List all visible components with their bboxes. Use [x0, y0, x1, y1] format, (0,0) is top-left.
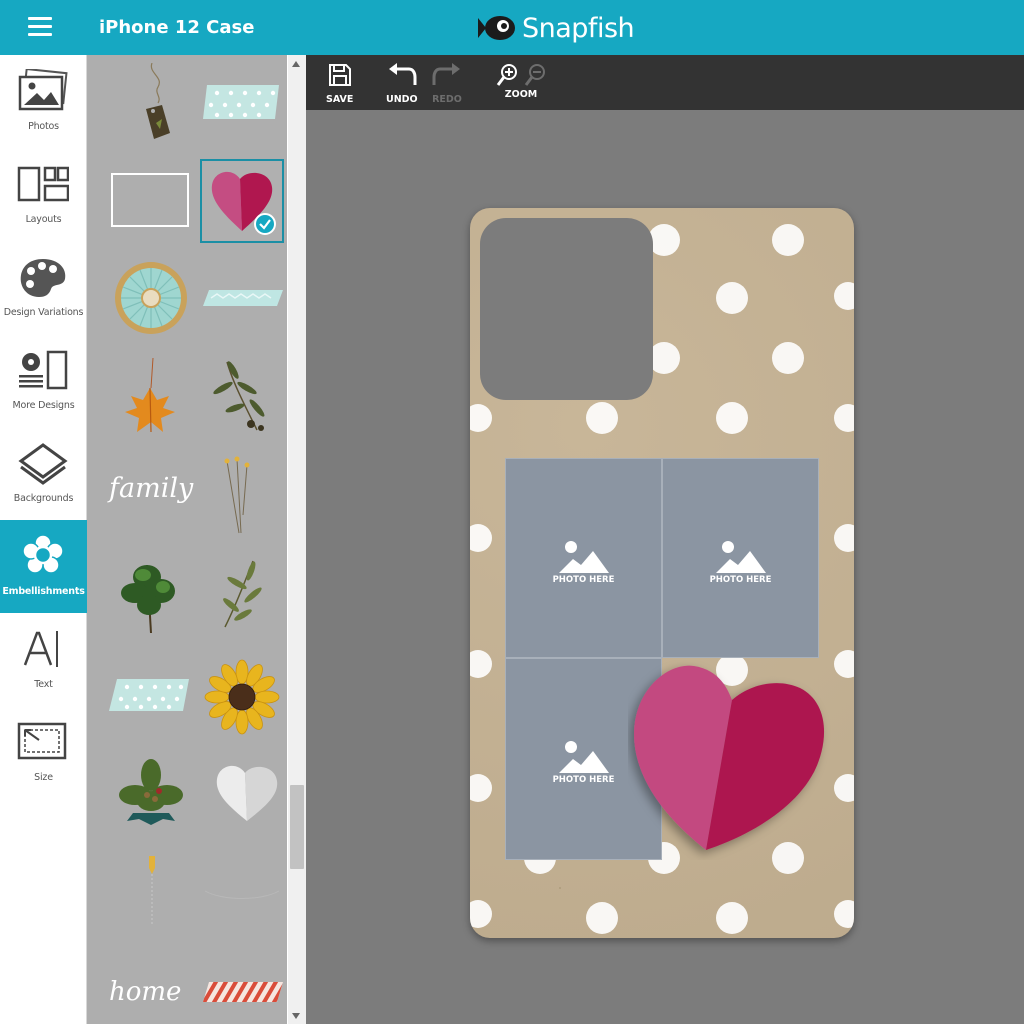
- mint-zigzag-washi-tape[interactable]: [203, 288, 283, 308]
- olive-branch-embellishment[interactable]: [211, 358, 271, 436]
- rail-label: Backgrounds: [13, 493, 74, 504]
- rail-item-size[interactable]: Size: [0, 706, 87, 799]
- pink-heart-on-canvas[interactable]: [628, 660, 834, 860]
- hanging-tag-embellishment[interactable]: [132, 63, 177, 143]
- redo-arrow-icon: [432, 63, 460, 85]
- red-stripe-washi-tape[interactable]: [203, 980, 283, 1004]
- rail-label: More Designs: [12, 400, 75, 411]
- paper-heart-embellishment-selected[interactable]: [200, 159, 284, 243]
- rail-item-photos[interactable]: Photos: [0, 55, 87, 148]
- hamburger-menu-icon[interactable]: [28, 17, 52, 37]
- redo-button[interactable]: REDO: [432, 63, 462, 105]
- rail-item-text[interactable]: Text: [0, 613, 87, 706]
- backgrounds-icon: [18, 443, 68, 485]
- camera-cutout: [480, 218, 653, 400]
- scroll-thumb[interactable]: [290, 785, 304, 869]
- maple-leaf-embellishment[interactable]: [123, 358, 177, 438]
- paper-rosette-embellishment[interactable]: [113, 260, 189, 336]
- photo-placeholder-2[interactable]: PHOTO HERE: [662, 458, 819, 658]
- layouts-icon: [17, 166, 69, 202]
- rail-label: Photos: [28, 121, 59, 132]
- rail-item-embellishments[interactable]: Embellishments: [0, 520, 87, 613]
- mint-polka-washi-tape-2[interactable]: [109, 677, 189, 713]
- zoom-in-icon[interactable]: [496, 63, 518, 87]
- tool-rail: Photos Layouts Design Variations More De…: [0, 55, 87, 1024]
- redo-label: REDO: [432, 94, 462, 105]
- size-icon: [17, 722, 67, 760]
- image-placeholder-icon: [558, 541, 609, 573]
- undo-arrow-icon: [388, 63, 417, 85]
- zoom-label: ZOOM: [504, 89, 538, 100]
- scroll-up-arrow-icon[interactable]: [292, 61, 300, 67]
- scroll-down-arrow-icon[interactable]: [292, 1013, 300, 1019]
- snapfish-logo[interactable]: Snapfish: [476, 9, 635, 47]
- script-home-text[interactable]: home: [109, 977, 189, 1007]
- rail-label: Text: [34, 679, 53, 690]
- rail-item-design-variations[interactable]: Design Variations: [0, 241, 87, 334]
- pine-branch-embellishment[interactable]: [117, 555, 183, 635]
- text-icon: [23, 631, 58, 667]
- zoom-out-icon[interactable]: [524, 63, 546, 87]
- script-family-text[interactable]: family: [109, 473, 193, 504]
- photos-icon: [18, 69, 68, 111]
- rail-label: Layouts: [25, 214, 62, 225]
- thin-line-embellishment[interactable]: [203, 887, 281, 903]
- fish-logo-icon: [478, 16, 515, 40]
- floppy-disk-icon: [328, 64, 351, 86]
- olive-sprig-embellishment[interactable]: [213, 557, 269, 631]
- white-paper-heart-embellishment[interactable]: [213, 761, 281, 823]
- sunflower-embellishment[interactable]: [204, 659, 280, 735]
- more-designs-icon: [19, 350, 68, 390]
- photo-placeholder-1[interactable]: PHOTO HERE: [505, 458, 662, 658]
- photo-here-label: PHOTO HERE: [552, 575, 615, 585]
- undo-button[interactable]: UNDO: [386, 63, 418, 105]
- undo-label: UNDO: [386, 94, 418, 105]
- evergreen-bouquet-embellishment[interactable]: [113, 755, 189, 835]
- embellishments-panel: family home: [87, 55, 287, 1024]
- image-placeholder-icon: [715, 541, 766, 573]
- flower-icon: [22, 534, 64, 574]
- rail-item-more-designs[interactable]: More Designs: [0, 334, 87, 427]
- editor-toolbar: SAVE UNDO REDO ZOOM: [306, 55, 1024, 110]
- hanging-charm-embellishment[interactable]: [137, 850, 167, 928]
- save-button[interactable]: SAVE: [326, 63, 353, 105]
- mint-polka-washi-tape[interactable]: [203, 83, 283, 121]
- white-frame-embellishment[interactable]: [111, 173, 189, 227]
- rail-item-backgrounds[interactable]: Backgrounds: [0, 427, 87, 520]
- app-header: iPhone 12 Case Snapfish: [0, 0, 1024, 55]
- rail-label: Embellishments: [2, 586, 85, 597]
- dried-stems-embellishment[interactable]: [217, 455, 257, 535]
- zoom-control: ZOOM: [496, 63, 546, 100]
- panel-scrollbar[interactable]: [288, 55, 306, 1024]
- rail-label: Size: [34, 772, 53, 783]
- rail-item-layouts[interactable]: Layouts: [0, 148, 87, 241]
- photo-here-label: PHOTO HERE: [709, 575, 772, 585]
- save-label: SAVE: [326, 94, 354, 105]
- image-placeholder-icon: [558, 741, 609, 773]
- logo-text: Snapfish: [522, 12, 635, 44]
- rail-label: Design Variations: [3, 307, 84, 318]
- selected-check-icon: [254, 213, 276, 235]
- palette-icon: [20, 259, 66, 297]
- product-title: iPhone 12 Case: [99, 17, 255, 38]
